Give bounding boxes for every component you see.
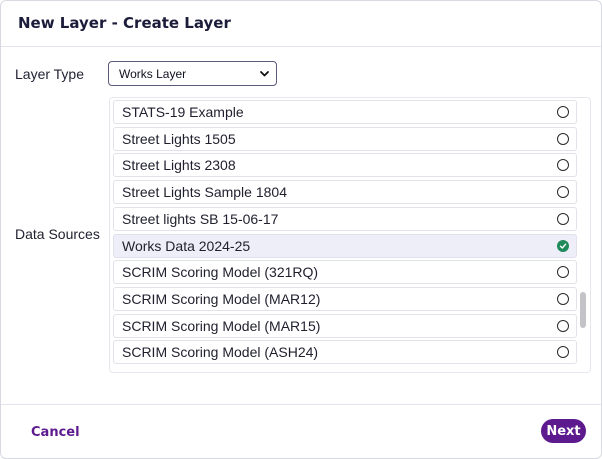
chevron-down-icon	[258, 67, 271, 80]
layer-type-selected-value: Works Layer	[119, 66, 187, 81]
data-sources-list[interactable]: STATS-19 Example Street Lights 1505 Street…	[109, 97, 591, 373]
data-source-item[interactable]: SCRIM Scoring Model (321RQ)	[113, 260, 577, 285]
radio-unchecked-icon[interactable]	[557, 212, 569, 225]
data-source-item-label: SCRIM Scoring Model (MAR15)	[122, 317, 321, 334]
data-source-item-label: Street Lights Sample 1804	[122, 184, 287, 201]
dialog-header: New Layer - Create Layer	[1, 1, 601, 47]
dialog-title: New Layer - Create Layer	[18, 14, 231, 32]
data-source-item[interactable]: Street Lights Sample 1804	[113, 180, 577, 205]
data-source-item-label: Street Lights 1505	[122, 130, 236, 147]
radio-unchecked-icon[interactable]	[557, 346, 569, 359]
data-source-item[interactable]: SCRIM Scoring Model (ASH24)	[113, 340, 577, 365]
dialog-footer: Cancel Next	[1, 404, 601, 458]
data-source-item-label: Street Lights 2308	[122, 157, 236, 174]
data-source-item-label: Street lights SB 15-06-17	[122, 210, 279, 227]
scrollbar-thumb[interactable]	[580, 292, 586, 328]
layer-type-select[interactable]: Works Layer	[108, 61, 277, 86]
data-sources-label: Data Sources	[15, 226, 100, 242]
next-button[interactable]: Next	[541, 419, 586, 443]
data-sources-scrollbar[interactable]	[577, 98, 587, 370]
data-source-item[interactable]: SCRIM Scoring Model (MAR15)	[113, 313, 577, 338]
radio-unchecked-icon[interactable]	[557, 132, 569, 145]
radio-checked-icon[interactable]	[557, 239, 569, 252]
data-source-item-label: STATS-19 Example	[122, 104, 244, 120]
data-source-item[interactable]: Street Lights 2308	[113, 153, 577, 178]
data-source-item-label: Works Data 2024-25	[122, 237, 251, 254]
data-source-item-label: SCRIM Scoring Model (ASH24)	[122, 344, 319, 361]
radio-unchecked-icon[interactable]	[557, 319, 569, 332]
layer-type-label: Layer Type	[15, 66, 85, 82]
cancel-button[interactable]: Cancel	[31, 425, 80, 440]
radio-unchecked-icon[interactable]	[557, 266, 569, 279]
create-layer-dialog: New Layer - Create Layer Layer Type Work…	[0, 0, 602, 459]
data-source-item-label: SCRIM Scoring Model (321RQ)	[122, 264, 319, 281]
data-source-item[interactable]: Street lights SB 15-06-17	[113, 206, 577, 231]
radio-unchecked-icon[interactable]	[557, 186, 569, 199]
data-source-item[interactable]: STATS-19 Example	[113, 100, 577, 124]
radio-unchecked-icon[interactable]	[557, 106, 569, 118]
radio-unchecked-icon[interactable]	[557, 292, 569, 305]
data-source-item-label: SCRIM Scoring Model (MAR12)	[122, 290, 321, 307]
data-source-item[interactable]: Works Data 2024-25	[113, 233, 577, 258]
radio-unchecked-icon[interactable]	[557, 159, 569, 172]
data-source-item[interactable]: Street Lights 1505	[113, 126, 577, 151]
data-source-item[interactable]: SCRIM Scoring Model (MAR12)	[113, 286, 577, 311]
